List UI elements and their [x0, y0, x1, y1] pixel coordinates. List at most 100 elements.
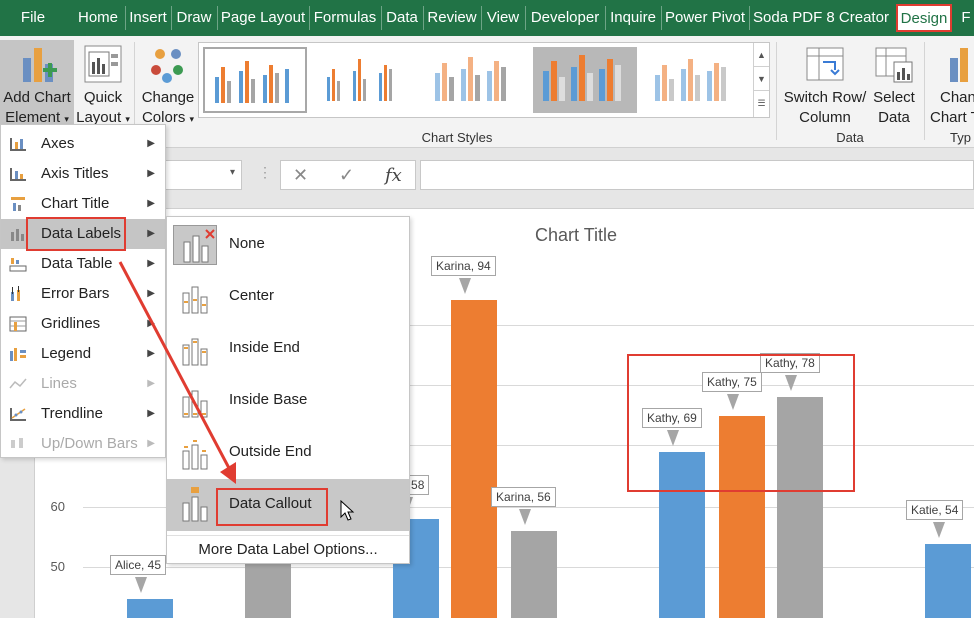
change-colors-label-1: Change [141, 89, 195, 106]
data-callout-label[interactable]: Karina, 94 [431, 256, 496, 276]
tab-design[interactable]: Design [896, 4, 952, 32]
formula-input[interactable] [420, 160, 974, 190]
tab-view[interactable]: View [482, 0, 524, 36]
submenu-arrow-icon: ▶ [147, 258, 155, 269]
menu-item-inside-base[interactable]: Inside Base [167, 375, 409, 427]
tab-page-layout[interactable]: Page Layout [218, 0, 308, 36]
submenu-arrow-icon: ▶ [147, 348, 155, 359]
name-box-dropdown-icon[interactable]: ▾ [230, 167, 235, 178]
tab-insert[interactable]: Insert [126, 0, 170, 36]
menu-item-gridlines[interactable]: Gridlines ▶ [1, 309, 165, 339]
gallery-scroll-down-icon[interactable]: ▼ [754, 67, 769, 91]
up-down-bars-icon [11, 438, 23, 448]
chart-bar[interactable] [127, 599, 173, 618]
lines-icon [9, 378, 27, 389]
chart-style-4[interactable] [533, 47, 637, 113]
menu-item-legend[interactable]: Legend ▶ [1, 339, 165, 369]
quick-layout-label-1: Quick [83, 89, 123, 106]
change-chart-type-label-2: Chart T [930, 109, 974, 126]
menu-item-lines: Lines ▶ [1, 369, 165, 399]
data-callout-label[interactable]: Alice, 45 [110, 555, 167, 575]
menu-item-none[interactable]: None [167, 219, 409, 271]
chart-style-2[interactable] [313, 47, 417, 113]
error-bars-icon [11, 286, 20, 301]
ribbon-separator [776, 42, 777, 140]
chart-styles-gallery[interactable]: ▲ ▼ ☰ [198, 42, 770, 118]
outside-end-icon [173, 433, 217, 473]
quick-layout-button[interactable]: Quick Layout ▾ [76, 44, 130, 129]
data-table-icon [9, 258, 27, 272]
add-chart-element-button[interactable]: Add Chart Element ▾ [0, 44, 74, 129]
menu-item-chart-title[interactable]: Chart Title ▶ [1, 189, 165, 219]
trendline-icon [10, 408, 26, 421]
center-icon [173, 277, 217, 317]
chart-title[interactable]: Chart Title [535, 225, 617, 246]
name-box[interactable]: ▾ [160, 160, 242, 190]
menu-item-data-table[interactable]: Data Table ▶ [1, 249, 165, 279]
data-group-label: Data [836, 130, 864, 145]
chart-styles-group-label: Chart Styles [421, 130, 493, 145]
menu-item-axis-titles[interactable]: Axis Titles ▶ [1, 159, 165, 189]
switch-row-column-label-2: Column [799, 109, 851, 126]
chart-style-thumbnail-icon [655, 59, 726, 101]
select-data-button[interactable]: Select Data [870, 44, 918, 128]
ribbon-separator [924, 42, 925, 140]
chart-bar[interactable] [925, 544, 971, 618]
submenu-arrow-icon: ▶ [147, 198, 155, 209]
select-data-icon [875, 47, 913, 83]
legend-icon [10, 348, 26, 361]
submenu-arrow-icon: ▶ [147, 318, 155, 329]
submenu-arrow-icon: ▶ [147, 138, 155, 149]
tab-power-pivot[interactable]: Power Pivot [662, 0, 748, 36]
gridlines-icon [9, 316, 27, 332]
switch-row-column-label-1: Switch Row/ [783, 89, 867, 106]
menu-item-trendline[interactable]: Trendline ▶ [1, 399, 165, 429]
change-chart-type-button[interactable]: Chan Chart T [928, 44, 974, 128]
mouse-cursor-icon [340, 500, 355, 521]
change-chart-type-icon [950, 48, 968, 82]
change-colors-button[interactable]: Change Colors ▾ [140, 44, 196, 129]
menu-item-outside-end[interactable]: Outside End [167, 427, 409, 479]
select-data-label-1: Select [873, 89, 915, 106]
gallery-expand-icon[interactable]: ☰ [754, 91, 769, 115]
tab-format[interactable]: F [958, 0, 974, 36]
menu-item-axes[interactable]: Axes ▶ [1, 129, 165, 159]
chart-style-3[interactable] [423, 47, 527, 113]
enter-icon[interactable]: ✓ [339, 165, 354, 186]
tab-inquire[interactable]: Inquire [606, 0, 660, 36]
insert-function-icon[interactable]: fx [385, 165, 402, 186]
add-chart-element-icon [23, 48, 57, 82]
tab-developer[interactable]: Developer [526, 0, 604, 36]
more-data-label-options[interactable]: More Data Label Options... [167, 535, 409, 563]
submenu-arrow-icon: ▶ [147, 378, 155, 389]
chart-bar[interactable] [451, 300, 497, 618]
tab-draw[interactable]: Draw [172, 0, 216, 36]
tab-data[interactable]: Data [382, 0, 422, 36]
switch-row-column-button[interactable]: Switch Row/ Column [782, 44, 868, 128]
formula-buttons: ✕ ✓ fx [280, 160, 416, 190]
cancel-icon[interactable]: ✕ [293, 165, 308, 186]
add-chart-element-menu: Axes ▶ Axis Titles ▶ Chart Title ▶ Data Lab… [0, 124, 166, 458]
chart-bar[interactable] [245, 556, 291, 618]
select-data-label-2: Data [878, 109, 910, 126]
tab-file[interactable]: File [8, 0, 58, 36]
menu-item-inside-end[interactable]: Inside End [167, 323, 409, 375]
gallery-scroll[interactable]: ▲ ▼ ☰ [753, 43, 769, 117]
data-callout-label[interactable]: Katie, 54 [906, 500, 964, 520]
none-icon [173, 225, 217, 265]
data-callout-label[interactable]: Karina, 56 [491, 487, 556, 507]
chart-bar[interactable] [511, 531, 557, 618]
callout-pointer [135, 577, 147, 593]
gallery-scroll-up-icon[interactable]: ▲ [754, 43, 769, 67]
tab-soda-pdf[interactable]: Soda PDF 8 Creator [750, 0, 892, 36]
tab-formulas[interactable]: Formulas [310, 0, 380, 36]
menu-item-error-bars[interactable]: Error Bars ▶ [1, 279, 165, 309]
menu-item-center[interactable]: Center [167, 271, 409, 323]
chart-style-1[interactable] [203, 47, 307, 113]
submenu-arrow-icon: ▶ [147, 438, 155, 449]
chart-style-5[interactable] [643, 47, 747, 113]
tab-home[interactable]: Home [72, 0, 124, 36]
tab-review[interactable]: Review [424, 0, 480, 36]
axis-titles-icon [10, 168, 26, 181]
change-colors-icon [151, 49, 183, 83]
